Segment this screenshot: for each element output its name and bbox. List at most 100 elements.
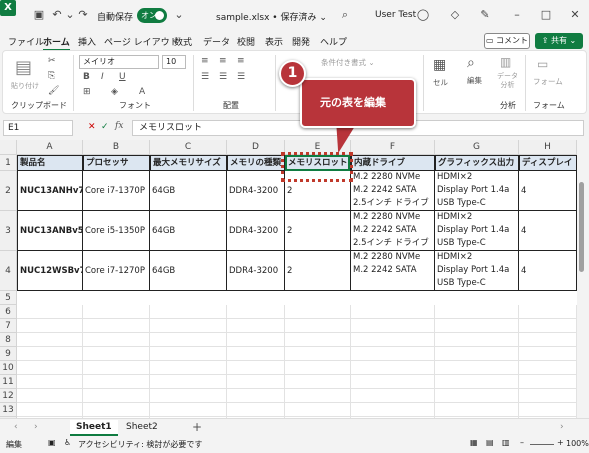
font-color-icon[interactable]: A <box>139 87 145 97</box>
tab-file[interactable]: ファイル <box>8 35 44 48</box>
empty-cell[interactable] <box>83 319 150 333</box>
empty-cell[interactable] <box>435 305 519 319</box>
column-header[interactable]: G <box>435 140 519 155</box>
table-cell[interactable]: NUC12WSBv7 <box>17 251 83 291</box>
empty-cell[interactable] <box>285 333 351 347</box>
table-cell[interactable]: NUC13ANBv5 <box>17 211 83 251</box>
empty-cell[interactable] <box>519 389 577 403</box>
empty-cell[interactable] <box>351 361 435 375</box>
tab-formulas[interactable]: 数式 <box>174 35 192 48</box>
find-icon[interactable]: ⌕ <box>467 55 475 71</box>
table-cell[interactable]: DDR4-3200 <box>227 251 285 291</box>
table-cell[interactable]: M.2 2280 NVMe M.2 2242 SATA 2.5インチ ドライブ <box>351 171 435 211</box>
insert-function-button[interactable]: fx <box>115 121 123 131</box>
table-cell[interactable]: HDMI×2 Display Port 1.4a USB Type-C <box>435 251 519 291</box>
column-header[interactable]: F <box>351 140 435 155</box>
table-cell[interactable]: DDR4-3200 <box>227 171 285 211</box>
empty-cell[interactable] <box>227 403 285 417</box>
macro-icon[interactable]: ▣ <box>48 438 56 447</box>
row-header[interactable]: 13 <box>0 403 17 417</box>
empty-cell[interactable] <box>435 347 519 361</box>
empty-cell[interactable] <box>83 389 150 403</box>
column-header[interactable]: A <box>17 140 83 155</box>
conditional-format-button[interactable]: 条件付き書式 ⌄ <box>321 57 375 68</box>
accessibility-icon[interactable]: ♿ <box>64 438 71 447</box>
empty-cell[interactable] <box>227 347 285 361</box>
table-cell[interactable]: 64GB <box>150 251 227 291</box>
name-box[interactable]: E1 <box>3 120 73 136</box>
user-name[interactable]: User Test <box>375 10 416 20</box>
empty-cell[interactable] <box>351 403 435 417</box>
scroll-right-icon[interactable]: › <box>560 422 564 432</box>
tab-help[interactable]: ヘルプ <box>320 35 347 48</box>
edit-label[interactable]: 編集 <box>467 75 482 86</box>
fill-color-icon[interactable]: ◈ <box>111 87 118 97</box>
table-header-cell[interactable]: プロセッサ <box>83 155 150 171</box>
table-cell[interactable]: 2 <box>285 211 351 251</box>
column-header[interactable]: H <box>519 140 577 155</box>
empty-cell[interactable] <box>150 305 227 319</box>
row-header[interactable]: 10 <box>0 361 17 375</box>
tab-view[interactable]: 表示 <box>265 35 283 48</box>
align-center-icon[interactable]: ☰ <box>219 72 227 82</box>
tab-home[interactable]: ホーム <box>43 35 70 51</box>
row-header[interactable]: 3 <box>0 211 17 251</box>
empty-cell[interactable] <box>351 305 435 319</box>
empty-cell[interactable] <box>519 375 577 389</box>
empty-cell[interactable] <box>83 361 150 375</box>
empty-cell[interactable] <box>435 403 519 417</box>
minimize-icon[interactable]: – <box>510 8 524 22</box>
table-cell[interactable]: 64GB <box>150 171 227 211</box>
empty-cell[interactable] <box>83 333 150 347</box>
search-icon[interactable]: ⌕ <box>338 8 352 22</box>
underline-button[interactable]: U <box>119 72 126 82</box>
table-header-cell[interactable]: 最大メモリサイズ <box>150 155 227 171</box>
form-icon[interactable]: ▭ <box>537 57 548 71</box>
redo-icon[interactable]: ↷ <box>76 8 90 22</box>
tab-review[interactable]: 校閲 <box>237 35 255 48</box>
empty-cell[interactable] <box>83 403 150 417</box>
font-size-select[interactable]: 10 <box>162 55 186 69</box>
table-cell[interactable]: M.2 2280 NVMe M.2 2242 SATA 2.5インチ ドライブ <box>351 211 435 251</box>
table-header-cell[interactable]: メモリの種類 <box>227 155 285 171</box>
autosave-toggle[interactable]: オン <box>137 8 167 23</box>
page-layout-view-icon[interactable]: ▤ <box>486 438 494 447</box>
vertical-scrollbar[interactable] <box>577 140 587 418</box>
column-header[interactable]: C <box>150 140 227 155</box>
row-header[interactable]: 4 <box>0 251 17 291</box>
table-cell[interactable]: Core i7-1370P <box>83 171 150 211</box>
paste-label[interactable]: 貼り付け <box>11 81 39 91</box>
avatar-icon[interactable]: ◯ <box>416 8 430 22</box>
empty-cell[interactable] <box>17 347 83 361</box>
empty-cell[interactable] <box>519 347 577 361</box>
zoom-in-icon[interactable]: + <box>557 438 564 447</box>
empty-cell[interactable] <box>285 375 351 389</box>
row-header[interactable]: 7 <box>0 319 17 333</box>
share-button[interactable]: ⇪ 共有 ⌄ <box>535 33 583 49</box>
table-header-cell[interactable]: 製品名 <box>17 155 83 171</box>
table-cell[interactable]: 2 <box>285 251 351 291</box>
row-header[interactable]: 6 <box>0 305 17 319</box>
prev-sheet-icon[interactable]: ‹ <box>14 422 18 432</box>
tab-insert[interactable]: 挿入 <box>78 35 96 48</box>
format-painter-icon[interactable]: 🖌 <box>48 86 59 96</box>
form-button-label[interactable]: フォーム <box>533 76 563 87</box>
table-cell[interactable]: Core i5-1350P <box>83 211 150 251</box>
empty-cell[interactable] <box>285 389 351 403</box>
table-cell[interactable]: HDMI×2 Display Port 1.4a USB Type-C <box>435 211 519 251</box>
empty-cell[interactable] <box>519 403 577 417</box>
document-title[interactable]: sample.xlsx • 保存済み ⌄ <box>216 10 327 23</box>
empty-cell[interactable] <box>519 319 577 333</box>
empty-cell[interactable] <box>351 389 435 403</box>
empty-cell[interactable] <box>150 403 227 417</box>
table-header-cell[interactable]: 内蔵ドライブ <box>351 155 435 171</box>
table-cell[interactable]: NUC13ANHv7 <box>17 171 83 211</box>
zoom-out-icon[interactable]: – <box>520 438 524 447</box>
row-header[interactable]: 12 <box>0 389 17 403</box>
undo-dropdown-icon[interactable]: ⌄ <box>63 8 77 22</box>
empty-cell[interactable] <box>435 319 519 333</box>
empty-cell[interactable] <box>150 389 227 403</box>
copy-icon[interactable]: ⎘ <box>48 71 55 81</box>
row-header[interactable]: 11 <box>0 375 17 389</box>
empty-cell[interactable] <box>17 361 83 375</box>
